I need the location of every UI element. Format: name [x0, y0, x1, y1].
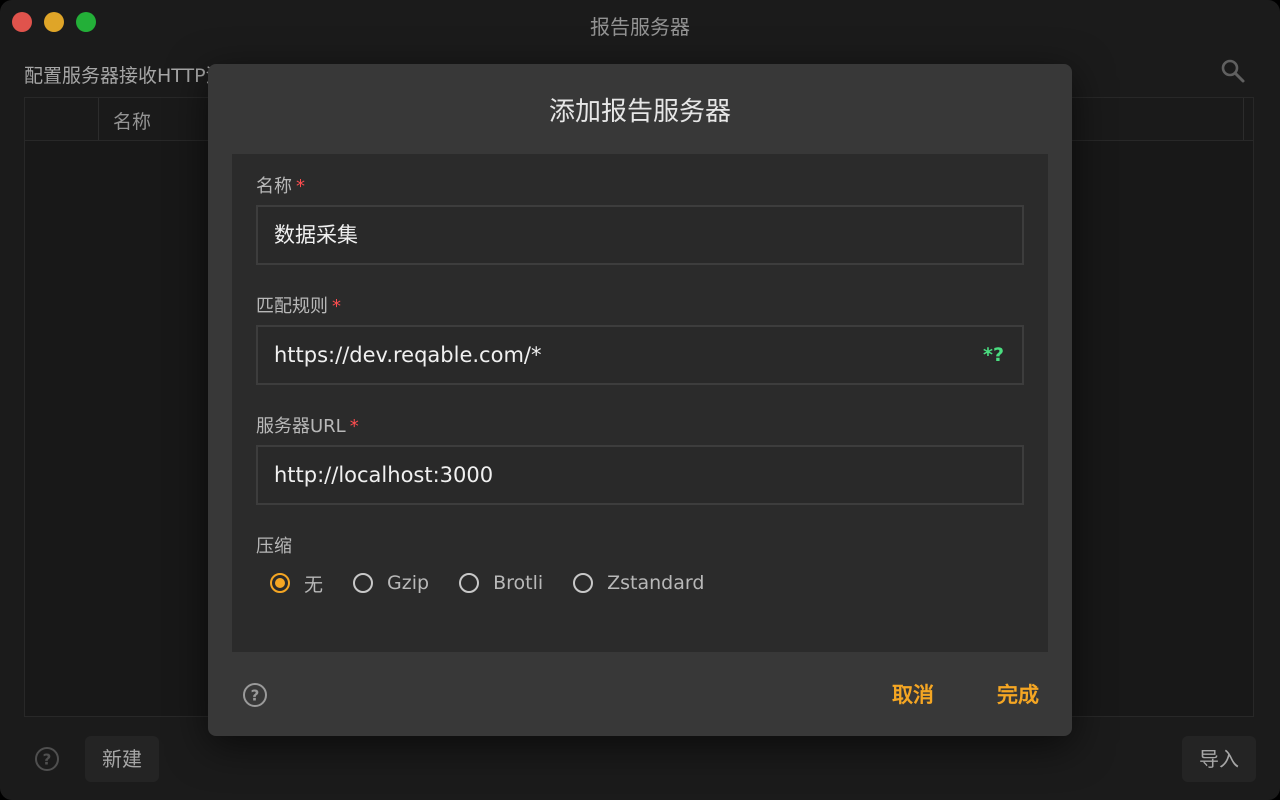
name-input[interactable]: 数据采集	[256, 205, 1024, 265]
dialog-title: 添加报告服务器	[548, 97, 731, 127]
required-mark: *	[296, 176, 305, 197]
server-url-field-label: 服务器URL *	[256, 412, 359, 438]
match-rule-label-text: 匹配规则	[256, 296, 328, 317]
cancel-button[interactable]: 取消	[892, 679, 934, 709]
compression-option-zstandard[interactable]: Zstandard	[573, 572, 704, 594]
compression-label: 压缩	[256, 536, 292, 557]
app-window: 报告服务器 配置服务器接收HTTP流量并生成报告 名称 ? 新建 导入 添加报告…	[0, 0, 1280, 800]
server-url-label-text: 服务器URL	[256, 416, 346, 437]
compression-radio-group: 无 Gzip Brotli Zstandard	[270, 568, 734, 598]
compression-option-none[interactable]: 无	[270, 570, 323, 597]
radio-label: Zstandard	[607, 572, 705, 594]
match-rule-input[interactable]: https://dev.reqable.com/* *?	[256, 325, 1024, 385]
wildcard-toggle-icon[interactable]: *?	[983, 327, 1004, 383]
radio-unselected-icon[interactable]	[459, 573, 480, 593]
radio-unselected-icon[interactable]	[573, 573, 594, 593]
compression-option-gzip[interactable]: Gzip	[353, 572, 429, 594]
svg-text:?: ?	[251, 687, 260, 705]
done-button[interactable]: 完成	[997, 679, 1039, 709]
compression-option-brotli[interactable]: Brotli	[459, 572, 543, 594]
add-report-server-dialog: 添加报告服务器 名称 * 数据采集 匹配规则 * https://dev.reqab…	[208, 64, 1072, 736]
radio-label: 无	[304, 573, 324, 596]
server-url-input[interactable]: http://localhost:3000	[256, 445, 1024, 505]
form-panel: 名称 * 数据采集 匹配规则 * https://dev.reqable.com/*…	[232, 154, 1048, 652]
radio-label: Brotli	[493, 572, 544, 594]
required-mark: *	[332, 296, 341, 317]
name-field-label: 名称 *	[256, 172, 305, 198]
radio-label: Gzip	[387, 572, 430, 594]
help-icon[interactable]: ?	[242, 682, 268, 708]
match-rule-field-label: 匹配规则 *	[256, 292, 341, 318]
required-mark: *	[349, 416, 359, 437]
radio-unselected-icon[interactable]	[353, 573, 374, 593]
match-rule-value: https://dev.reqable.com/*	[274, 343, 542, 367]
radio-selected-icon[interactable]	[270, 573, 290, 593]
name-label-text: 名称	[256, 176, 292, 197]
